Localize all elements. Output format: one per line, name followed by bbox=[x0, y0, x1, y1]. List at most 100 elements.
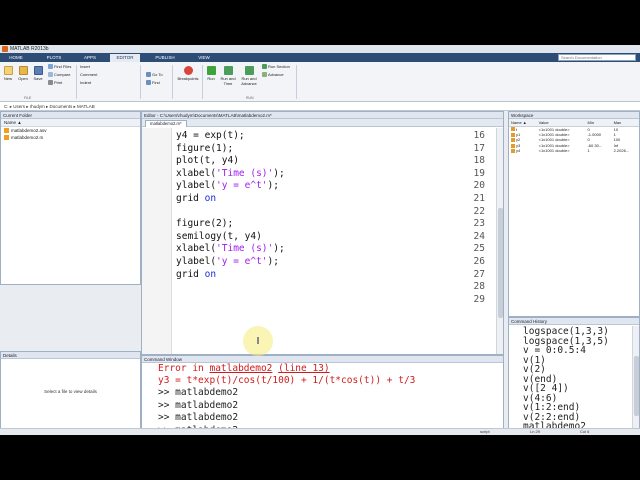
open-label: Open bbox=[18, 76, 28, 81]
code-line[interactable]: y4 = exp(t); bbox=[176, 130, 245, 141]
tab-apps[interactable]: APPS bbox=[76, 54, 104, 62]
window-title: MATLAB R2013b bbox=[10, 46, 49, 52]
code-text: grid bbox=[176, 268, 205, 280]
address-bar[interactable]: C: ▸ Users ▸ rhudym ▸ Documents ▸ MATLAB bbox=[0, 102, 640, 111]
code-text: ); bbox=[267, 256, 279, 267]
breakpoints-button[interactable]: Breakpoints bbox=[176, 66, 200, 81]
find-label: Find bbox=[152, 80, 160, 85]
history-scroll-thumb[interactable] bbox=[634, 356, 639, 416]
code-string: 'Time (s)' bbox=[216, 243, 274, 255]
tab-plots[interactable]: PLOTS bbox=[40, 54, 68, 62]
code-line[interactable]: xlabel('Time (s)'); bbox=[176, 243, 285, 254]
file-row[interactable]: matlabdemo2.asv bbox=[1, 127, 140, 134]
editor-panel: Editor - C:\Users\rhudym\Documents\MATLA… bbox=[141, 111, 504, 355]
compare-button[interactable]: Compare bbox=[48, 72, 70, 78]
code-line[interactable]: ylabel('y = e^t'); bbox=[176, 256, 279, 267]
workspace-var-label: y4 bbox=[516, 148, 521, 154]
workspace-var-label: y1 bbox=[516, 131, 521, 137]
code-line[interactable]: plot(t, y4) bbox=[176, 155, 239, 166]
save-button[interactable]: Save bbox=[32, 66, 44, 81]
workspace-var-value: <1x1001 double> bbox=[538, 148, 570, 154]
error-line-link[interactable]: (line 13) bbox=[278, 363, 329, 374]
error-prefix: Error in bbox=[158, 363, 210, 374]
command-output-line: >> matlabdemo2 bbox=[158, 399, 239, 411]
run-section-button[interactable]: Run Section bbox=[262, 64, 290, 70]
file-row[interactable]: matlabdemo2.m bbox=[1, 134, 140, 141]
compare-label: Compare bbox=[54, 72, 71, 77]
editor-scroll-thumb[interactable] bbox=[498, 208, 503, 318]
code-area[interactable]: 16 y4 = exp(t); 17 figure(1); 18 plot(t, y4) 1… bbox=[142, 128, 503, 354]
find-button[interactable]: Find bbox=[146, 80, 160, 86]
code-string: 'y = e^t' bbox=[216, 180, 268, 192]
run-section-label: Run Section bbox=[268, 64, 290, 69]
history-scrollbar[interactable] bbox=[632, 326, 639, 428]
variable-icon bbox=[511, 143, 515, 148]
new-label: New bbox=[3, 76, 12, 81]
tab-home[interactable]: HOME bbox=[2, 54, 30, 62]
editor-scrollbar[interactable] bbox=[496, 128, 503, 354]
new-button[interactable]: New bbox=[2, 66, 14, 81]
variable-icon bbox=[511, 132, 515, 137]
line-number: 25 bbox=[473, 243, 485, 255]
file-icon bbox=[4, 128, 9, 134]
status-script: script bbox=[480, 429, 490, 434]
error-code: y3 = t*exp(t)/cos(t/100) + 1/(t*cos(t)) … bbox=[158, 375, 416, 386]
status-line: Ln 29 bbox=[530, 429, 541, 434]
workspace-var-label: t bbox=[516, 126, 518, 132]
code-string: 'y = e^t' bbox=[216, 256, 268, 267]
code-line[interactable]: ylabel('y = e^t'); bbox=[176, 180, 279, 191]
run-and-advance-button[interactable]: Run and Advance bbox=[240, 66, 258, 86]
tab-view[interactable]: VIEW bbox=[190, 54, 218, 62]
tab-editor[interactable]: EDITOR bbox=[110, 54, 140, 62]
matlab-window: MATLAB R2013b HOME PLOTS APPS EDITOR PUB… bbox=[0, 45, 640, 435]
code-line[interactable]: figure(1); bbox=[176, 143, 233, 154]
workspace-var-max: 2.2026... bbox=[613, 148, 630, 154]
editor-toolstrip: New Open Save Find Files Compare Print F… bbox=[0, 62, 640, 102]
details-panel: Details Select a file to view details bbox=[0, 351, 141, 429]
editor-tab-bar: matlabdemo2.m* bbox=[142, 119, 503, 127]
separator bbox=[140, 65, 141, 99]
open-button[interactable]: Open bbox=[17, 66, 29, 81]
advance-button[interactable]: Advance bbox=[262, 72, 284, 78]
command-output-line: >> matlabdemo2 bbox=[158, 387, 239, 398]
file-name: matlabdemo2.asv bbox=[11, 128, 47, 133]
indent-button[interactable]: Indent bbox=[80, 80, 91, 86]
insert-button[interactable]: Insert bbox=[80, 64, 90, 70]
run-and-time-button[interactable]: Run and Time bbox=[220, 66, 236, 86]
workspace-col-value[interactable]: Value bbox=[536, 119, 586, 127]
find-files-button[interactable]: Find Files bbox=[48, 64, 71, 70]
code-line[interactable]: figure(2); bbox=[176, 218, 233, 229]
code-line[interactable]: grid on bbox=[176, 193, 216, 204]
file-name: matlabdemo2.m bbox=[11, 135, 44, 140]
code-line[interactable]: semilogy(t, y4) bbox=[176, 231, 262, 242]
name-column-header[interactable]: Name ▲ bbox=[1, 119, 140, 127]
comment-label: Comment bbox=[80, 72, 98, 77]
workspace-col-name[interactable]: Name ▲ bbox=[509, 119, 537, 127]
print-button[interactable]: Print bbox=[48, 80, 62, 86]
separator bbox=[172, 65, 173, 99]
comment-button[interactable]: Comment bbox=[80, 72, 97, 78]
workspace-col-min[interactable]: Min bbox=[585, 119, 612, 127]
editor-file-tab[interactable]: matlabdemo2.m* bbox=[145, 120, 187, 127]
search-documentation-input[interactable]: Search Documentation bbox=[558, 54, 636, 61]
separator bbox=[296, 65, 297, 99]
goto-label: Go To bbox=[152, 72, 163, 77]
workspace-row[interactable]: y4 <1x1001 double> 1 2.2026... bbox=[509, 148, 639, 153]
line-number: 16 bbox=[473, 130, 485, 141]
run-time-icon bbox=[223, 66, 233, 75]
ribbon-tab-bar: HOME PLOTS APPS EDITOR PUBLISH VIEW Sear… bbox=[0, 53, 640, 62]
code-line[interactable]: xlabel('Time (s)'); bbox=[176, 168, 285, 179]
workspace-var-min: 1 bbox=[587, 148, 590, 154]
error-file-link[interactable]: matlabdemo2 bbox=[209, 363, 272, 374]
workspace-col-max[interactable]: Max bbox=[611, 119, 639, 127]
tab-publish[interactable]: PUBLISH bbox=[150, 54, 180, 62]
separator bbox=[202, 65, 203, 99]
run-label: Run bbox=[207, 76, 215, 81]
line-number: 26 bbox=[473, 256, 485, 267]
run-button[interactable]: Run bbox=[205, 66, 217, 81]
code-line[interactable]: grid on bbox=[176, 269, 216, 280]
advance-icon bbox=[262, 72, 267, 78]
variable-icon bbox=[511, 127, 515, 132]
goto-button[interactable]: Go To bbox=[146, 72, 163, 78]
mouse-cursor-highlight bbox=[243, 326, 273, 356]
